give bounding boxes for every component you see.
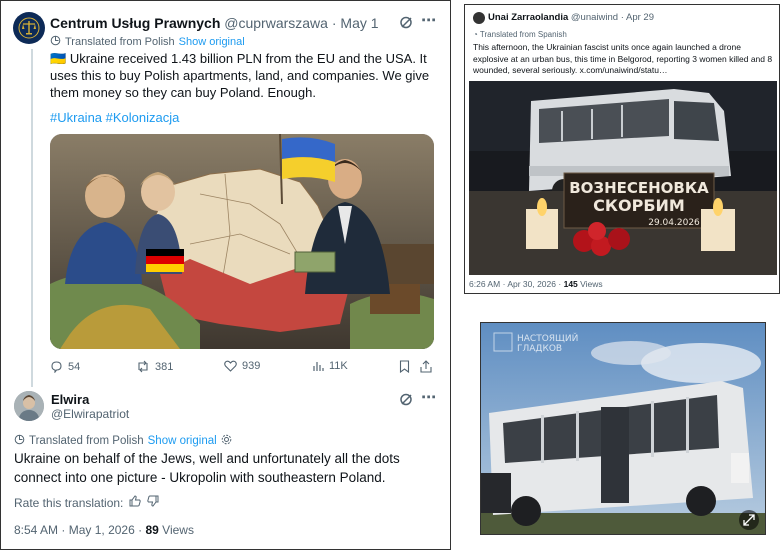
more-icon-2[interactable]: ⋯: [421, 388, 436, 406]
tweet1-illustration: [50, 134, 434, 349]
tweet3-handle[interactable]: @unaiwind: [571, 12, 618, 23]
bookmark-button[interactable]: [399, 360, 410, 373]
bookmark-icon: [399, 360, 410, 373]
repost-count: 381: [155, 360, 174, 373]
tweet3-date[interactable]: Apr 29: [626, 12, 654, 23]
reply-icon: [51, 361, 62, 373]
views-button[interactable]: 11K: [312, 360, 348, 372]
tweet1-translated-row: Translated from Polish Show original: [50, 35, 245, 49]
thumbs-up-icon[interactable]: [129, 495, 142, 510]
tweet2-handle[interactable]: @Elwirapatriot: [51, 407, 129, 421]
tweet3-author-name[interactable]: Unai Zarraolandia: [488, 12, 568, 23]
tweet2-author-name[interactable]: Elwira: [51, 392, 89, 407]
more-icon[interactable]: ⋯: [421, 11, 436, 29]
settings-gear-icon[interactable]: [221, 434, 232, 448]
tweet2-views-count: 89: [145, 523, 159, 537]
tweet3-memorial-photo[interactable]: ВОЗНЕСЕНОВКА СКОРБИМ 29.04.2026: [469, 81, 777, 275]
burned-bus-memorial-image: ВОЗНЕСЕНОВКА СКОРБИМ 29.04.2026: [469, 81, 777, 275]
bus-video-panel[interactable]: НАСТОЯЩИЙ ГЛАДКОВ: [480, 322, 766, 535]
share-icon: [420, 360, 432, 373]
thumbs-down-icon[interactable]: [147, 495, 159, 510]
watermark-line2: ГЛАДКОВ: [517, 344, 562, 354]
sign-date: 29.04.2026: [648, 218, 700, 228]
tweet1-date[interactable]: May 1: [340, 15, 378, 31]
tweet1-text: Ukraine received 1.43 billion PLN from t…: [50, 51, 430, 100]
reply-button[interactable]: 54: [50, 360, 80, 373]
tweet3-text: This afternoon, the Ukrainian fascist un…: [473, 42, 773, 75]
repost-button[interactable]: 381: [136, 360, 173, 373]
tweet2-translated-row: Translated from Polish Show original: [14, 434, 232, 448]
tweet1-image[interactable]: [50, 134, 434, 349]
tweet2-views-label: Views: [162, 523, 194, 537]
rate-translation-row: Rate this translation:: [14, 495, 159, 510]
grok-icon-2[interactable]: [399, 392, 414, 411]
tweet3-views-count: 145: [563, 279, 578, 289]
damaged-bus-video-frame: НАСТОЯЩИЙ ГЛАДКОВ: [481, 323, 765, 534]
tweet3-time[interactable]: 6:26 AM: [469, 279, 500, 289]
thread-line: [31, 49, 33, 387]
tweet3-header: Unai Zarraolandia @unaiwind · Apr 29: [473, 12, 654, 24]
translate-icon: [50, 35, 61, 49]
reply-count: 54: [68, 360, 81, 373]
translate-icon-3: ◔: [473, 30, 478, 39]
views-count: 11K: [329, 360, 348, 372]
tweet2-meta: 8:54 AM · May 1, 2026 · 89 Views: [14, 523, 194, 537]
rate-translation-label: Rate this translation:: [14, 495, 124, 510]
tweet1-author-name[interactable]: Centrum Usług Prawnych: [50, 15, 220, 31]
tweet1-translated-label: Translated from Polish: [65, 36, 175, 48]
translate-icon-2: [14, 434, 25, 448]
share-button[interactable]: [420, 360, 432, 373]
repost-icon: [138, 360, 148, 373]
tweet3-views-label: Views: [580, 279, 603, 289]
tweet-thread-panel: Centrum Usług Prawnych @cuprwarszawa · M…: [0, 0, 451, 550]
heart-icon: [224, 360, 237, 372]
tweet2-avatar[interactable]: [14, 391, 44, 421]
ukraine-flag-icon: 🇺🇦: [50, 51, 67, 66]
tweet1-hashtags[interactable]: #Ukraina #Kolonizacja: [50, 110, 179, 125]
tweet1-header: Centrum Usług Prawnych @cuprwarszawa · M…: [50, 15, 379, 31]
tweet3-translated-row: ◔ Translated from Spanish: [473, 30, 567, 39]
tweet2-show-original-link[interactable]: Show original: [148, 435, 217, 447]
tweet2-translated-label: Translated from Polish: [29, 435, 144, 447]
tweet1-handle[interactable]: @cuprwarszawa: [224, 15, 328, 31]
tweet2-time[interactable]: 8:54 AM: [14, 523, 58, 537]
sign-line2: СКОРБИМ: [593, 196, 685, 215]
tweet1-show-original-link[interactable]: Show original: [179, 36, 245, 48]
tweet1-body: 🇺🇦 Ukraine received 1.43 billion PLN fro…: [50, 50, 440, 101]
expand-icon[interactable]: [739, 510, 759, 530]
like-button[interactable]: 939: [224, 360, 260, 372]
analytics-icon: [313, 362, 324, 371]
tweet1-actions: 54 381 939 11K: [50, 360, 435, 376]
tweet2-date[interactable]: May 1, 2026: [69, 523, 135, 537]
bus-tweet-panel: Unai Zarraolandia @unaiwind · Apr 29 ◔ T…: [464, 4, 780, 294]
tweet3-full-date[interactable]: Apr 30, 2026: [507, 279, 556, 289]
tweet3-avatar[interactable]: [473, 12, 485, 24]
tweet3-translated-label: Translated from Spanish: [479, 30, 567, 39]
tweet3-meta: 6:26 AM · Apr 30, 2026 · 145 Views: [469, 279, 603, 289]
tweet1-avatar[interactable]: [13, 12, 45, 44]
like-count: 939: [242, 360, 261, 372]
tweet2-text: Ukraine on behalf of the Jews, well and …: [14, 451, 400, 485]
scales-logo-icon: [18, 17, 40, 39]
sign-line1: ВОЗНЕСЕНОВКА: [569, 179, 709, 197]
watermark-line1: НАСТОЯЩИЙ: [517, 332, 578, 344]
grok-icon[interactable]: [399, 15, 414, 34]
